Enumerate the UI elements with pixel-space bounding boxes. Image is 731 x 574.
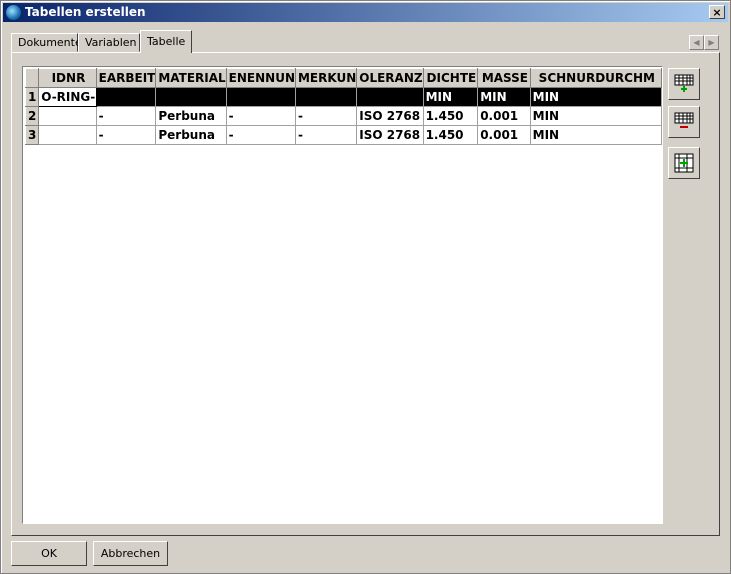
tab-variablen[interactable]: Variablen <box>78 33 140 52</box>
corner-cell[interactable] <box>24 68 40 88</box>
row-header[interactable]: 1 <box>24 87 40 107</box>
delete-row-button[interactable] <box>668 106 700 138</box>
table-cell[interactable]: MIN <box>477 87 531 107</box>
cancel-button[interactable]: Abbrechen <box>93 541 168 566</box>
table-cell[interactable]: 0.001 <box>477 106 531 126</box>
table-row[interactable]: 3 - Perbuna - - ISO 2768 1.450 0.001 MIN <box>24 125 663 145</box>
column-header[interactable]: DICHTE <box>422 68 479 88</box>
delete-row-icon <box>674 112 694 128</box>
table-cell[interactable]: - <box>225 125 296 145</box>
column-header[interactable]: IDNR <box>38 68 97 88</box>
table-cell[interactable] <box>356 87 424 107</box>
table-cell[interactable]: MIN <box>529 125 663 145</box>
table-cell[interactable]: - <box>225 106 296 126</box>
table-cell[interactable]: - <box>95 125 157 145</box>
grid-table: IDNR EARBEIT MATERIAL ENENNUN MERKUN OLE… <box>24 68 663 145</box>
column-header[interactable]: SCHNURDURCHM <box>529 68 663 88</box>
table-cell[interactable] <box>294 87 358 107</box>
insert-row-button[interactable] <box>668 147 700 179</box>
table-cell[interactable] <box>38 106 97 126</box>
add-row-icon <box>674 74 694 92</box>
table-cell[interactable] <box>225 87 296 107</box>
column-header[interactable]: MATERIAL <box>155 68 227 88</box>
row-header[interactable]: 2 <box>24 106 40 126</box>
header-row: IDNR EARBEIT MATERIAL ENENNUN MERKUN OLE… <box>24 68 663 88</box>
dialog-window: Tabellen erstellen × Dokumente Variablen… <box>0 0 731 574</box>
row-header[interactable]: 3 <box>24 125 40 145</box>
window-title: Tabellen erstellen <box>25 5 146 19</box>
close-button[interactable]: × <box>709 5 725 19</box>
table-cell[interactable]: 1.450 <box>422 106 479 126</box>
column-header[interactable]: ENENNUN <box>225 68 296 88</box>
app-icon <box>6 5 21 20</box>
table-cell[interactable]: Perbuna <box>155 125 227 145</box>
table-cell[interactable]: MIN <box>529 87 663 107</box>
ok-button[interactable]: OK <box>11 541 87 566</box>
insert-row-icon <box>674 153 694 173</box>
table-grid[interactable]: IDNR EARBEIT MATERIAL ENENNUN MERKUN OLE… <box>22 66 663 524</box>
title-bar[interactable]: Tabellen erstellen × <box>3 3 728 22</box>
table-cell[interactable] <box>95 87 157 107</box>
add-row-button[interactable] <box>668 68 700 100</box>
table-cell[interactable]: - <box>95 106 157 126</box>
table-cell[interactable]: ISO 2768 <box>356 106 424 126</box>
table-cell[interactable]: O-RING- <box>38 87 97 107</box>
table-row[interactable]: 2 - Perbuna - - ISO 2768 1.450 0.001 MIN <box>24 106 663 126</box>
table-cell[interactable]: - <box>294 106 358 126</box>
table-row[interactable]: 1 O-RING- MIN MIN MIN <box>24 87 663 107</box>
column-header[interactable]: EARBEIT <box>95 68 157 88</box>
table-cell[interactable]: - <box>294 125 358 145</box>
table-cell[interactable]: 1.450 <box>422 125 479 145</box>
tab-dokumente[interactable]: Dokumente <box>11 33 82 52</box>
table-cell[interactable] <box>155 87 227 107</box>
table-cell[interactable]: ISO 2768 <box>356 125 424 145</box>
tab-scroll-right-icon[interactable]: ▶ <box>704 35 719 50</box>
table-cell[interactable]: Perbuna <box>155 106 227 126</box>
column-header[interactable]: MASSE <box>477 68 531 88</box>
table-cell[interactable]: MIN <box>529 106 663 126</box>
tab-tabelle[interactable]: Tabelle <box>140 30 192 53</box>
column-header[interactable]: MERKUN <box>294 68 358 88</box>
table-cell[interactable] <box>38 125 97 145</box>
table-cell[interactable]: MIN <box>422 87 479 107</box>
table-cell[interactable]: 0.001 <box>477 125 531 145</box>
tab-scroll-left-icon[interactable]: ◀ <box>689 35 704 50</box>
column-header[interactable]: OLERANZ <box>356 68 424 88</box>
